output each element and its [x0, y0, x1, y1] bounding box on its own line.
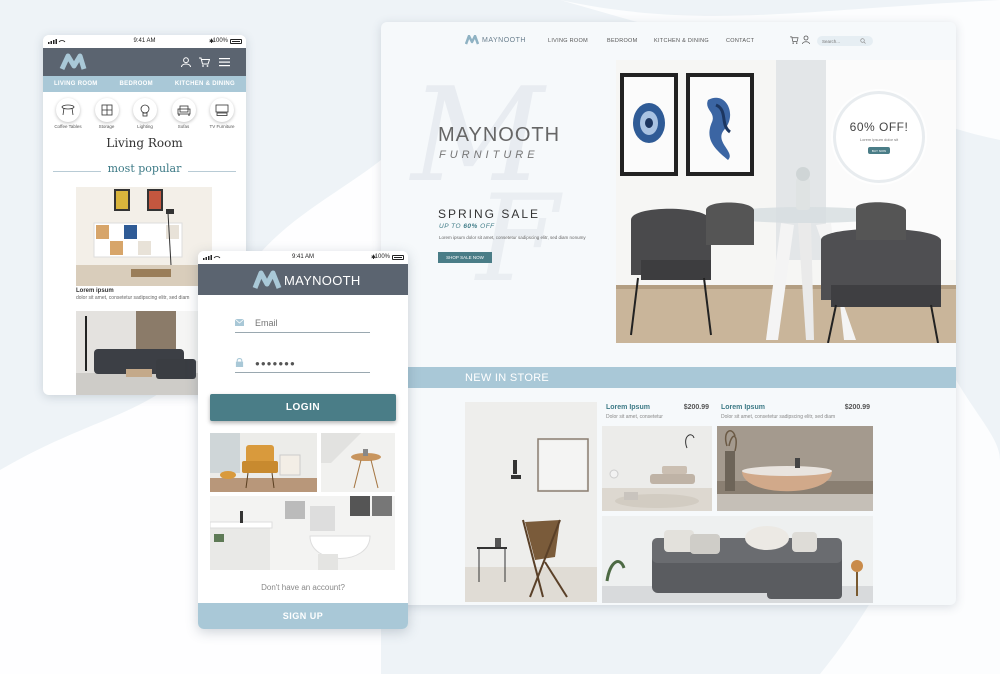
popular-image-sofa[interactable] [76, 311, 212, 395]
user-icon[interactable] [802, 35, 810, 44]
battery-icon [392, 255, 404, 260]
nav-contact[interactable]: CONTACT [726, 38, 754, 44]
lock-icon [235, 358, 244, 367]
popular-image-storage[interactable] [76, 187, 212, 286]
status-bar: 9:41 AM ✱ 100% [43, 35, 246, 48]
category-kitchen-dining[interactable]: KITCHEN & DINING [175, 81, 235, 87]
signup-button[interactable]: SIGN UP [198, 603, 408, 629]
password-input[interactable] [255, 355, 365, 371]
product-card-1[interactable]: Lorem Ipsum $200.99 Dolor sit amet, cons… [602, 402, 712, 426]
product-image-bathtub[interactable] [717, 426, 873, 511]
sale-description: Lorem ipsum dolor sit amet, consetetur s… [439, 235, 586, 240]
email-field[interactable] [235, 315, 370, 333]
signal-icon [203, 255, 221, 260]
mobile-login-screen: 9:41 AM ✱ 100% MAYNOOTH LOGIN [198, 251, 408, 629]
hero-brand-title: MAYNOOTH [438, 124, 561, 146]
brand-logo-icon [252, 270, 282, 289]
brand-logo-icon [465, 35, 479, 45]
battery-percent: 100% [374, 254, 390, 260]
product-image-lounge[interactable] [602, 426, 712, 511]
lamp-icon [140, 104, 150, 116]
desktop-logo[interactable]: MAYNOOTH [465, 35, 526, 45]
nav-bedroom[interactable]: BEDROOM [607, 38, 638, 44]
sale-title: SPRING SALE [438, 207, 541, 221]
password-field[interactable] [235, 355, 370, 373]
no-account-text: Don't have an account? [261, 583, 345, 592]
new-in-store-banner: NEW IN STORE [408, 367, 956, 388]
login-image-armchair [210, 433, 317, 492]
subcategory-lighting[interactable]: Lighting [126, 98, 164, 129]
subcategory-sofas[interactable]: Sofas [165, 98, 203, 129]
divider [188, 171, 236, 172]
promo-text: Lorem ipsum dolor sit [859, 137, 899, 142]
product-desc: Dolor sit amet, consetetur sadipscing el… [721, 414, 836, 420]
promo-headline: 60% OFF! [849, 120, 909, 134]
category-bedroom[interactable]: BEDROOM [120, 81, 153, 87]
coffee-table-icon [61, 104, 75, 116]
user-icon[interactable] [181, 57, 191, 67]
popular-item-name: Lorem ipsum [76, 288, 114, 294]
subcategory-storage[interactable]: Storage [88, 98, 126, 129]
hero-brand-subtitle: FURNITURE [439, 149, 539, 161]
hamburger-menu-icon[interactable] [219, 57, 230, 67]
cart-icon[interactable] [199, 57, 210, 67]
popular-item-desc: dolor sit amet, consetetur sadipscing el… [76, 295, 190, 301]
status-time: 9:41 AM [133, 38, 156, 44]
mail-icon [235, 318, 244, 326]
hero-text-panel: M F MAYNOOTH FURNITURE SPRING SALE UP TO… [381, 60, 616, 343]
sofa-icon [177, 105, 190, 116]
login-brand: MAYNOOTH [284, 273, 361, 288]
desktop-website: MAYNOOTH LIVING ROOM BEDROOM KITCHEN & D… [381, 22, 956, 605]
desktop-nav: MAYNOOTH LIVING ROOM BEDROOM KITCHEN & D… [381, 22, 956, 60]
product-image-chair[interactable] [465, 402, 597, 602]
mobile-header [43, 48, 246, 76]
sale-subtitle: UP TO 60% OFF [439, 223, 495, 230]
login-button[interactable]: LOGIN [210, 394, 396, 421]
product-name: Lorem Ipsum [606, 404, 650, 411]
battery-percent: 100% [212, 38, 228, 44]
storage-icon [101, 104, 112, 116]
product-price: $200.99 [844, 404, 870, 411]
product-desc: Dolor sit amet, consetetur [606, 414, 663, 420]
nav-living-room[interactable]: LIVING ROOM [548, 38, 588, 44]
subcategory-label: Lighting [137, 124, 153, 129]
subcategory-label: Coffee Tables [54, 124, 82, 129]
buy-now-button[interactable]: BUY NOW [868, 147, 890, 154]
search-icon[interactable] [860, 38, 866, 44]
product-price: $200.99 [683, 404, 709, 411]
shop-sale-button[interactable]: SHOP SALE NOW [438, 252, 492, 263]
cart-icon[interactable] [790, 36, 799, 44]
tv-icon [215, 104, 229, 116]
signal-icon [48, 39, 66, 44]
product-name: Lorem Ipsum [721, 404, 765, 411]
subcategory-icons: Coffee Tables Storage Lighting Sofas TV … [49, 98, 241, 129]
brand-logo-icon[interactable] [59, 53, 87, 71]
section-heading: most popular [107, 162, 182, 175]
desktop-brand: MAYNOOTH [482, 36, 526, 44]
subcategory-tv-furniture[interactable]: TV Furniture [203, 98, 241, 129]
product-card-2[interactable]: Lorem Ipsum $200.99 Dolor sit amet, cons… [717, 402, 873, 426]
subcategory-label: TV Furniture [209, 124, 235, 129]
promo-badge[interactable]: 60% OFF! Lorem ipsum dolor sit BUY NOW [833, 91, 925, 183]
status-bar: 9:41 AM ✱ 100% [198, 251, 408, 264]
login-image-bathroom [210, 496, 395, 570]
login-header: MAYNOOTH [198, 264, 408, 295]
battery-icon [230, 39, 242, 44]
status-time: 9:41 AM [291, 254, 315, 260]
subcategory-coffee-tables[interactable]: Coffee Tables [49, 98, 87, 129]
subcategory-label: Sofas [177, 124, 190, 129]
subcategory-label: Storage [98, 124, 115, 129]
login-image-side-table [321, 433, 395, 492]
mobile-category-bar: LIVING ROOM BEDROOM KITCHEN & DINING [43, 76, 246, 92]
email-input[interactable] [255, 315, 365, 331]
product-image-sofa[interactable] [602, 516, 873, 603]
category-living-room[interactable]: LIVING ROOM [54, 81, 98, 87]
page-title: Living Room [106, 136, 183, 150]
nav-kitchen-dining[interactable]: KITCHEN & DINING [654, 38, 709, 44]
